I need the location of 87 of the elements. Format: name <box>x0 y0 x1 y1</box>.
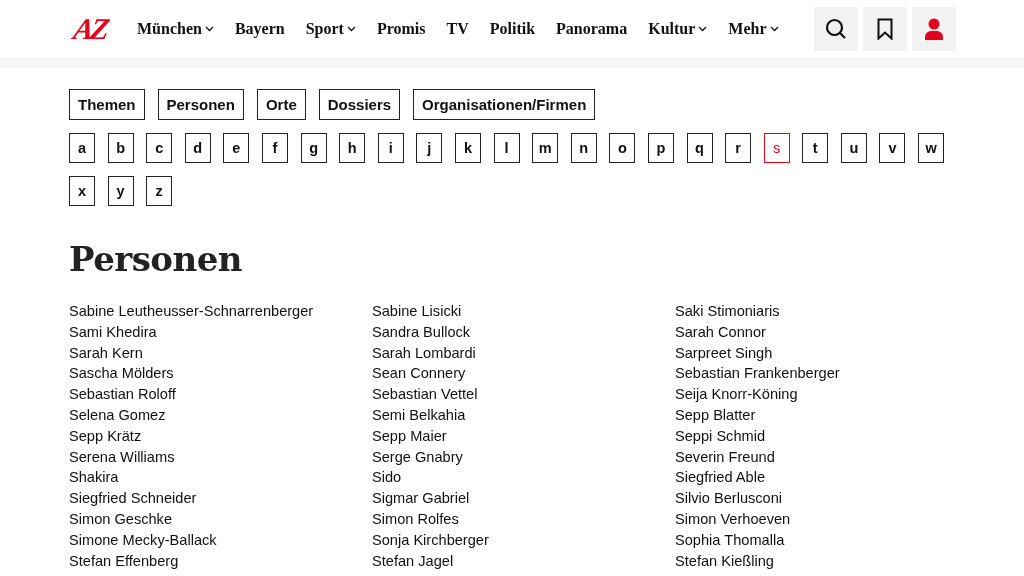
nav-link[interactable]: Sport <box>305 19 356 38</box>
person-link[interactable]: Sarah Connor <box>675 321 766 343</box>
person-link[interactable]: Stefan Effenberg <box>69 550 179 572</box>
letter-filter[interactable]: e <box>223 133 250 163</box>
person-link[interactable]: Serge Gnabry <box>372 446 463 468</box>
person-link[interactable]: Simon Rolfes <box>372 508 459 530</box>
bookmark-icon <box>877 17 893 40</box>
letter-filter[interactable]: i <box>377 133 404 163</box>
letter-filter[interactable]: p <box>647 133 674 163</box>
person-link[interactable]: Sebastian Frankenberger <box>675 363 840 385</box>
person-link[interactable]: Selena Gomez <box>69 405 166 426</box>
person-link[interactable]: Sonja Kirchberger <box>372 529 489 551</box>
person-link[interactable]: Sarah Kern <box>69 342 143 364</box>
letter-filter[interactable]: w <box>918 133 945 163</box>
person-link[interactable]: Siegfried Schneider <box>69 488 197 509</box>
letter-filter[interactable]: r <box>725 133 752 163</box>
person-link[interactable]: Sigmar Gabriel <box>372 488 470 509</box>
letter-filter[interactable]: y <box>107 176 134 206</box>
letter-filter[interactable]: s <box>763 133 790 163</box>
person-link[interactable]: Stefan Jagel <box>372 550 454 572</box>
person-link[interactable]: Simon Geschke <box>69 508 172 530</box>
letter-filter[interactable]: g <box>300 133 327 163</box>
letter-filter[interactable]: t <box>802 133 829 163</box>
category-tab[interactable]: Themen <box>69 89 145 120</box>
person-link[interactable]: Serena Williams <box>69 446 175 468</box>
letter-filter[interactable]: o <box>609 133 636 163</box>
account-button[interactable] <box>912 6 956 51</box>
letter-filter[interactable]: v <box>879 133 906 163</box>
page-heading: Personen <box>69 239 244 279</box>
person-link[interactable]: Sophia Thomalla <box>675 529 785 551</box>
category-tab[interactable]: Personen <box>157 89 244 120</box>
bookmark-button[interactable] <box>863 6 907 51</box>
logo[interactable]: AZ <box>71 11 119 46</box>
nav-link[interactable]: Mehr <box>728 19 779 38</box>
person-link[interactable]: Seppi Schmid <box>675 425 766 447</box>
letter-filter[interactable]: a <box>69 133 95 163</box>
person-link[interactable]: Sepp Maier <box>372 425 447 447</box>
letter-filter[interactable]: j <box>416 133 443 163</box>
person-link[interactable]: Sepp Krätz <box>69 425 142 447</box>
person-link[interactable]: Sami Khedira <box>69 321 157 343</box>
nav-link[interactable]: TV <box>446 19 469 38</box>
nav-link[interactable]: München <box>137 19 214 38</box>
person-link[interactable]: Stefan Kießling <box>675 550 774 572</box>
person-link[interactable]: Sabine Leutheusser-Schnarrenberger <box>69 301 314 322</box>
nav-link[interactable]: Promis <box>376 19 426 38</box>
category-tab[interactable]: Orte <box>256 89 306 120</box>
person-link[interactable]: Shakira <box>69 467 119 489</box>
search-icon <box>825 17 847 40</box>
person-link[interactable]: Sean Connery <box>372 363 466 385</box>
letter-filter[interactable]: m <box>532 133 559 163</box>
person-link[interactable]: Sabine Lisicki <box>372 301 462 322</box>
nav-link[interactable]: Kultur <box>648 19 708 38</box>
letter-filter[interactable]: n <box>570 133 597 163</box>
person-link[interactable]: Sarpreet Singh <box>675 342 773 364</box>
person-link[interactable]: Sarah Lombardi <box>372 342 476 364</box>
person-link[interactable]: Sepp Blatter <box>675 405 756 426</box>
person-link[interactable]: Saki Stimoniaris <box>675 301 780 322</box>
person-link[interactable]: Sebastian Roloff <box>69 384 176 405</box>
person-link[interactable]: Silvio Berlusconi <box>675 488 783 509</box>
nav-link[interactable]: Panorama <box>556 19 628 38</box>
letter-filter[interactable]: c <box>146 133 173 163</box>
letter-filter[interactable]: h <box>339 133 366 163</box>
person-link[interactable]: Semi Belkahia <box>372 405 466 426</box>
person-link[interactable]: Severin Freund <box>675 446 775 468</box>
user-icon <box>925 17 943 40</box>
search-button[interactable] <box>814 6 858 51</box>
letter-filter[interactable]: f <box>261 133 288 163</box>
nav-link[interactable]: Bayern <box>234 19 285 38</box>
letter-filter[interactable]: u <box>840 133 867 163</box>
person-link[interactable]: Simon Verhoeven <box>675 508 791 530</box>
letter-filter[interactable]: q <box>686 133 713 163</box>
category-tab[interactable]: Organisationen/Firmen <box>413 89 596 120</box>
letter-filter[interactable]: l <box>493 133 520 163</box>
letter-filter[interactable]: d <box>184 133 211 163</box>
letter-filter[interactable]: z <box>146 176 173 206</box>
person-link[interactable]: Siegfried Able <box>675 467 766 489</box>
letter-filter[interactable]: b <box>107 133 134 163</box>
person-link[interactable]: Sandra Bullock <box>372 321 471 343</box>
nav-link[interactable]: Politik <box>489 19 536 38</box>
person-link[interactable]: Sascha Mölders <box>69 363 174 385</box>
letter-filter[interactable]: x <box>69 176 95 206</box>
person-link[interactable]: Simone Mecky-Ballack <box>69 529 217 551</box>
category-tab[interactable]: Dossiers <box>318 89 401 120</box>
person-link[interactable]: Sebastian Vettel <box>372 384 478 405</box>
person-link[interactable]: Sido <box>372 467 402 489</box>
letter-filter[interactable]: k <box>454 133 481 163</box>
person-link[interactable]: Seija Knorr-Köning <box>675 384 798 405</box>
